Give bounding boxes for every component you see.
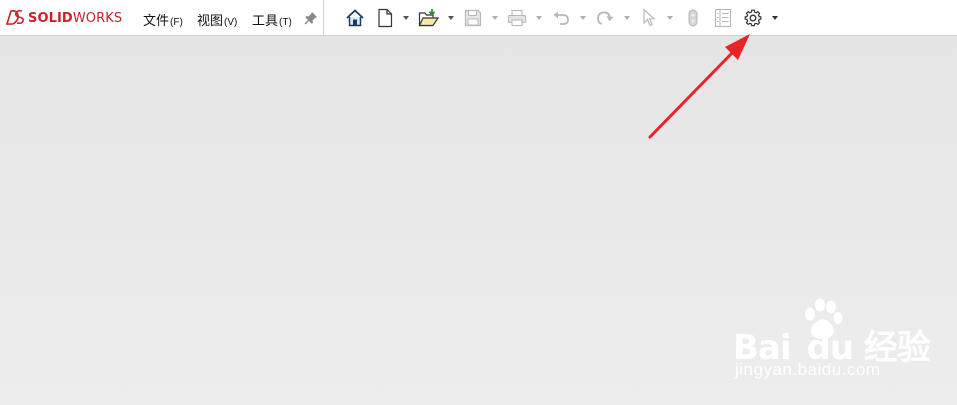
file-properties-button[interactable] bbox=[712, 7, 734, 29]
open-button[interactable] bbox=[418, 7, 440, 29]
baidu-watermark: Bai du 经验 jingyan.baidu.com bbox=[733, 298, 933, 388]
logo-wordmark: SOLIDWORKS bbox=[28, 11, 122, 26]
print-button[interactable] bbox=[506, 7, 528, 29]
menu-view-key: (V) bbox=[224, 17, 238, 28]
undo-dropdown-arrow-icon[interactable] bbox=[580, 16, 586, 20]
save-button[interactable] bbox=[462, 7, 484, 29]
watermark-url: jingyan.baidu.com bbox=[735, 360, 881, 379]
options-dropdown-arrow-icon[interactable] bbox=[772, 16, 778, 20]
menu-tools[interactable]: 工具 (T) bbox=[252, 10, 292, 28]
menu-file-label: 文件 bbox=[143, 13, 170, 28]
print-icon bbox=[507, 9, 527, 27]
save-icon bbox=[464, 9, 482, 27]
select-pointer-icon bbox=[643, 8, 656, 27]
menu-tools-label: 工具 bbox=[252, 13, 279, 28]
baidu-paw-icon bbox=[805, 298, 843, 339]
redo-button[interactable] bbox=[594, 7, 616, 29]
redo-dropdown-arrow-icon[interactable] bbox=[624, 16, 630, 20]
open-folder-icon bbox=[418, 9, 440, 27]
new-document-icon bbox=[378, 8, 393, 28]
options-gear-icon bbox=[744, 9, 762, 27]
menu-file[interactable]: 文件 (F) bbox=[143, 10, 183, 28]
ds-logo-icon bbox=[5, 9, 24, 25]
title-toolbar: SOLIDWORKS 文件 (F) 视图 (V) 工具 (T) bbox=[0, 0, 957, 36]
undo-icon bbox=[553, 11, 569, 25]
rebuild-icon bbox=[688, 9, 698, 27]
save-dropdown-arrow-icon[interactable] bbox=[492, 16, 498, 20]
select-button[interactable] bbox=[638, 7, 660, 29]
home-button[interactable] bbox=[344, 7, 366, 29]
pin-icon[interactable] bbox=[303, 10, 319, 26]
open-dropdown-arrow-icon[interactable] bbox=[448, 16, 454, 20]
redo-icon bbox=[597, 11, 614, 25]
toolbar-separator bbox=[323, 0, 324, 36]
menu-view-label: 视图 bbox=[197, 13, 224, 28]
menu-tools-key: (T) bbox=[279, 17, 292, 28]
home-icon bbox=[346, 9, 364, 27]
new-document-button[interactable] bbox=[374, 7, 396, 29]
solidworks-logo: SOLIDWORKS bbox=[4, 8, 122, 28]
new-dropdown-arrow-icon[interactable] bbox=[403, 16, 409, 20]
rebuild-button[interactable] bbox=[682, 7, 704, 29]
menu-view[interactable]: 视图 (V) bbox=[197, 10, 237, 28]
logo-text-bold: SOLID bbox=[28, 10, 73, 26]
logo-text-rest: WORKS bbox=[72, 10, 123, 26]
undo-button[interactable] bbox=[550, 7, 572, 29]
select-dropdown-arrow-icon[interactable] bbox=[667, 16, 673, 20]
print-dropdown-arrow-icon[interactable] bbox=[536, 16, 542, 20]
file-properties-icon bbox=[714, 8, 732, 28]
menu-file-key: (F) bbox=[170, 17, 183, 28]
options-button[interactable] bbox=[742, 7, 764, 29]
